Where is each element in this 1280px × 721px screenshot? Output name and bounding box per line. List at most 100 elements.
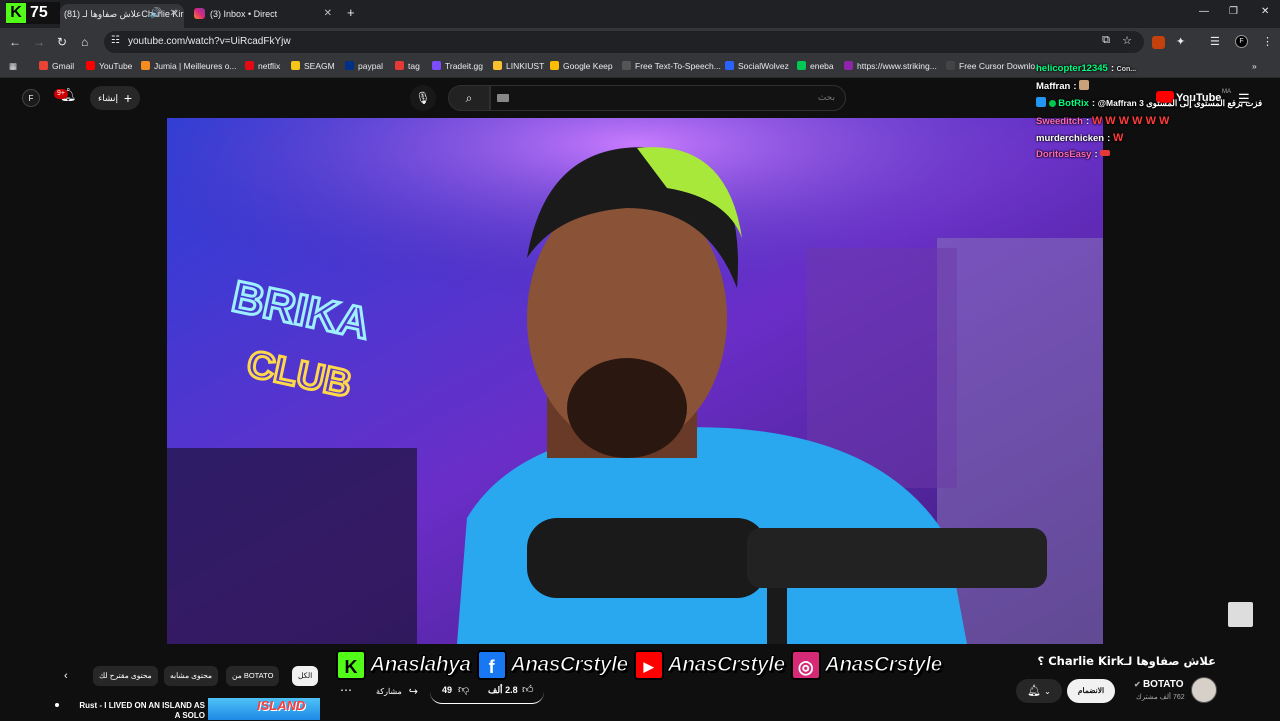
chat-message: DoritosEasy: [1036,149,1111,160]
bookmark-eneba[interactable]: eneba [797,61,834,71]
tab-bar: K 75 (81) علاش صفاوها لـCharlie Kirk 🔊 ✕… [0,0,1280,28]
tab-title: (3) Inbox • Direct [210,9,278,19]
search-icon[interactable]: ⌕ [448,85,490,111]
jumia-icon [141,61,150,70]
forward-icon[interactable]: → [33,35,45,49]
bookmark-star-icon[interactable]: ☆ [1122,34,1132,47]
tab-title: (81) علاش صفاوها لـCharlie Kirk [64,9,184,19]
bookmark-striking[interactable]: https://www.striking... [844,61,937,71]
close-tab-icon[interactable]: ✕ [170,4,178,24]
search-input[interactable] [490,85,846,111]
join-button[interactable]: الانضمام [1067,679,1115,703]
close-window-icon[interactable]: ✕ [1261,6,1269,17]
webcam-scene: BRIKA CLUB [167,118,1103,644]
subscribed-bell-button[interactable]: 🔔︎ ⌄ [1016,679,1062,703]
reading-list-icon[interactable]: ☰ [1210,35,1220,48]
new-tab-button[interactable]: + [347,5,355,20]
video-player[interactable]: BRIKA CLUB [167,118,1103,644]
chip-recommended[interactable]: محتوى مقترح لك [93,666,158,686]
chat-message: murderchicken: W [1036,132,1124,144]
bookmark-google-keep[interactable]: Google Keep [550,61,613,71]
keyboard-icon[interactable] [497,94,509,102]
chip-related[interactable]: محتوى مشابه [164,666,219,686]
create-label: إنشاء [98,93,119,103]
social-instagram: ◎ AnasCrstyle [790,650,943,680]
tab-youtube[interactable]: (81) علاش صفاوها لـCharlie Kirk 🔊 ✕ [60,4,184,28]
bookmark-netflix[interactable]: netflix [245,61,280,71]
bell-icon: 🔔︎ [1027,685,1042,697]
create-button[interactable]: إنشاء + [90,86,140,110]
bookmark-tts[interactable]: Free Text-To-Speech... [622,61,721,71]
apps-grid-icon[interactable]: ▦ [9,61,17,72]
chevron-down-icon: ⌄ [1044,687,1051,696]
bookmark-linkiust[interactable]: LINKIUST [493,61,544,71]
chip-from-channel[interactable]: من BOTATO [226,666,280,686]
share-button[interactable]: مشاركة ↪ [368,680,426,704]
install-app-icon[interactable]: ⧉ [1102,34,1110,47]
back-icon[interactable]: ← [9,35,21,49]
social-kick: K Anaslahya [336,650,472,680]
speaker-icon[interactable]: 🔊 [150,4,162,24]
bookmark-tradeit[interactable]: Tradeit.gg [432,61,483,71]
channel-avatar[interactable] [1191,677,1217,703]
dislike-count[interactable]: 49 [442,685,452,695]
more-bookmarks-icon[interactable]: » [1252,61,1257,71]
channel-name[interactable]: ✔ BOTATO [1134,679,1184,690]
like-thumb-icon[interactable]: 👍︎ [522,683,534,696]
restore-icon[interactable]: ❐ [1229,6,1238,17]
youtube-icon [86,61,95,70]
tag-icon [395,61,404,70]
extension-icon[interactable] [1152,36,1165,49]
minimize-icon[interactable]: — [1199,6,1209,17]
profile-avatar[interactable]: F [1235,35,1248,48]
reload-icon[interactable]: ↻ [57,35,67,49]
subscriber-count: 762 ألف مشترك [1136,694,1185,701]
home-icon[interactable]: ⌂ [81,35,88,49]
url-text[interactable]: youtube.com/watch?v=UiRcadFkYjw [128,36,291,47]
bot-badge-icon [1036,97,1046,107]
bookmark-tag[interactable]: tag [395,61,420,71]
bookmark-socialwolvez[interactable]: SocialWolvez [725,61,789,71]
viewer-count: 75 [30,4,48,21]
chat-message: BotRix: @Maffran 3 فزت برفع المستوى إلى … [1036,97,1262,109]
bookmark-seagm[interactable]: SEAGM [291,61,335,71]
facebook-icon: f [476,650,507,680]
more-actions-icon[interactable]: ⋯ [340,683,352,697]
bookmark-cursor[interactable]: Free Cursor Downlo... [946,61,1042,71]
google-keep-icon [550,61,559,70]
share-arrow-icon: ↪ [408,686,418,698]
gmail-icon [39,61,48,70]
chip-all[interactable]: الكل [292,666,319,686]
verified-badge-icon [1048,100,1056,107]
recommended-video-title[interactable]: Rust - I LIVED ON AN ISLAND AS A SOLO [79,701,205,721]
omnibox[interactable]: ☷ youtube.com/watch?v=UiRcadFkYjw ⧉ ☆ [104,31,1144,53]
bookmark-youtube[interactable]: YouTube [86,61,132,71]
address-bar-row: ← → ↻ ⌂ ☷ youtube.com/watch?v=UiRcadFkYj… [0,28,1280,56]
instagram-icon [194,8,205,19]
site-info-icon[interactable]: ☷ [111,35,120,46]
verified-check-icon: ✔ [1134,680,1143,689]
tab-instagram[interactable]: (3) Inbox • Direct ✕ [186,4,338,28]
kick-icon: K [6,3,26,23]
emote-icon [1100,150,1111,156]
tts-icon [622,61,631,70]
youtube-icon: ▶ [633,650,664,680]
eneba-icon [797,61,806,70]
emote-icon [1079,80,1090,90]
bookmark-paypal[interactable]: paypal [345,61,383,71]
close-tab-icon[interactable]: ✕ [324,4,332,24]
like-count[interactable]: 2.8 ألف [488,685,518,696]
dislike-thumb-icon[interactable]: 👎︎ [458,683,469,696]
notification-count-badge: 9+ [54,89,68,99]
bookmark-gmail[interactable]: Gmail [39,61,74,71]
channel-watermark[interactable] [1228,602,1253,627]
extensions-puzzle-icon[interactable]: ✦ [1176,35,1185,48]
account-avatar[interactable]: F [22,89,40,107]
country-code: MA [1222,89,1231,95]
browser-menu-icon[interactable]: ⋮ [1262,35,1273,48]
bookmark-jumia[interactable]: Jumia | Meilleures o... [141,61,237,71]
cursor-icon [946,61,955,70]
chevron-left-icon[interactable]: ‹ [64,670,68,682]
socials-banner: K Anaslahya f AnasCrstyle ▶ AnasCrstyle ◎ An… [336,646,943,684]
voice-search-mic-icon[interactable]: 🎙︎ [410,85,436,111]
